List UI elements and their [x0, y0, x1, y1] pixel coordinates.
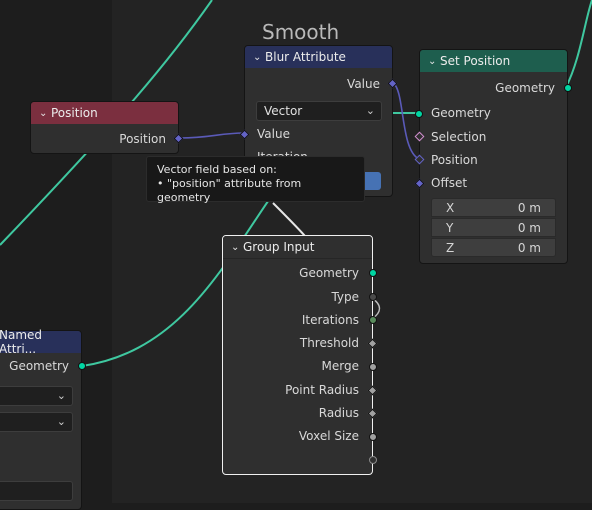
named-attr-dropdown-2[interactable]: ⌄: [0, 412, 73, 432]
named-attr-dropdown-1[interactable]: ⌄: [0, 386, 73, 406]
position-node-title: Position: [51, 106, 98, 120]
blur-node-header[interactable]: ⌄ Blur Attribute: [245, 46, 392, 68]
offset-z-value: 0 m: [517, 240, 541, 255]
group-input-node[interactable]: ⌄ Group Input Geometry Type Iterations T…: [222, 235, 378, 475]
link-position-to-blur: [179, 132, 245, 139]
set-position-input-offset: Offset: [431, 176, 468, 190]
dropdown-value: Vector: [264, 104, 303, 118]
position-output-label: Position: [119, 132, 166, 146]
tooltip-line-2: • "position" attribute from geometry: [157, 177, 302, 204]
group-input-header[interactable]: ⌄ Group Input: [223, 236, 372, 259]
blur-output-label: Value: [347, 77, 380, 91]
link-group-iterations: [272, 202, 306, 237]
named-attr-output-label: Geometry: [9, 359, 69, 373]
group-output-geometry: Geometry: [299, 266, 359, 280]
group-output-radius: Radius: [318, 406, 359, 420]
group-output-point-radius: Point Radius: [285, 383, 359, 397]
chevron-down-icon: ⌄: [365, 104, 375, 117]
group-output-voxel-size: Voxel Size: [298, 429, 359, 443]
float-socket[interactable]: [369, 433, 377, 441]
offset-y-field[interactable]: Y 0 m: [431, 218, 556, 237]
named-attr-name-field[interactable]: [0, 481, 73, 501]
set-position-input-geometry: Geometry: [431, 106, 491, 120]
empty-socket[interactable]: [369, 456, 377, 464]
chevron-down-icon[interactable]: ⌄: [428, 56, 440, 67]
offset-y-label: Y: [446, 220, 454, 235]
group-output-type: Type: [331, 290, 359, 304]
set-position-header[interactable]: ⌄ Set Position: [420, 50, 567, 72]
set-position-input-position: Position: [431, 153, 478, 167]
named-attribute-node[interactable]: Named Attri... Geometry ⌄ ⌄: [0, 328, 86, 510]
tooltip: Vector field based on: • "position" attr…: [146, 156, 365, 204]
offset-z-field[interactable]: Z 0 m: [431, 238, 556, 257]
link-geometry-setposition: [565, 0, 592, 88]
set-position-output-label: Geometry: [495, 81, 555, 95]
group-output-merge: Merge: [321, 359, 359, 373]
geometry-socket[interactable]: [369, 269, 377, 277]
menu-socket[interactable]: [369, 293, 377, 301]
set-position-input-selection: Selection: [431, 130, 487, 144]
set-position-title: Set Position: [440, 54, 511, 68]
group-output-iterations: Iterations: [301, 313, 359, 327]
data-type-dropdown[interactable]: Vector ⌄: [256, 101, 382, 121]
chevron-down-icon: ⌄: [56, 389, 66, 402]
chevron-down-icon[interactable]: ⌄: [253, 52, 265, 63]
offset-y-value: 0 m: [517, 220, 541, 235]
offset-x-value: 0 m: [517, 200, 541, 215]
group-input-title: Group Input: [243, 240, 315, 254]
group-output-threshold: Threshold: [299, 336, 359, 350]
position-node[interactable]: ⌄ Position Position: [30, 101, 184, 154]
geometry-socket[interactable]: [78, 362, 86, 370]
offset-x-label: X: [446, 200, 455, 215]
offset-x-field[interactable]: X 0 m: [431, 198, 556, 217]
named-attr-title: Named Attri...: [0, 328, 43, 356]
chevron-down-icon[interactable]: ⌄: [231, 242, 243, 253]
blur-node-title: Blur Attribute: [265, 50, 346, 64]
float-socket[interactable]: [369, 363, 377, 371]
named-attr-header[interactable]: Named Attri...: [0, 328, 81, 356]
chevron-down-icon: ⌄: [56, 415, 66, 428]
geometry-socket[interactable]: [564, 84, 572, 92]
tooltip-line-1: Vector field based on:: [157, 163, 277, 176]
position-node-header[interactable]: ⌄ Position: [31, 102, 178, 124]
link-blur-value-to-position: [392, 82, 420, 160]
set-position-node[interactable]: ⌄ Set Position Geometry Geometry Selecti…: [414, 49, 572, 264]
blur-input-value-label: Value: [257, 127, 290, 141]
integer-socket[interactable]: [369, 316, 377, 324]
geometry-socket[interactable]: [415, 110, 423, 118]
offset-z-label: Z: [446, 240, 455, 255]
chevron-down-icon[interactable]: ⌄: [39, 108, 51, 119]
